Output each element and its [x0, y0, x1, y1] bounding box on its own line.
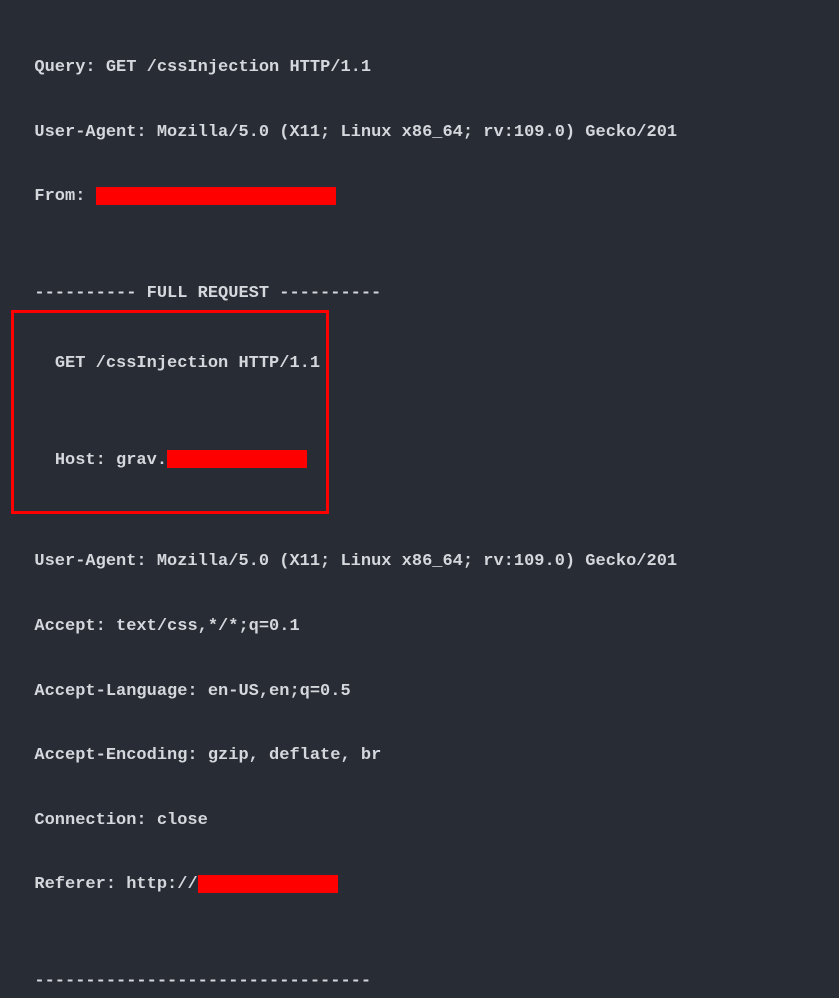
accept-language-value: en-US,en;q=0.5: [208, 682, 351, 701]
accept-encoding-value: gzip, deflate, br: [208, 746, 381, 765]
accept-value: text/css,*/*;q=0.1: [116, 617, 300, 636]
accept-encoding-line: Accept-Encoding: gzip, deflate, br: [14, 708, 825, 773]
connection-label: Connection:: [34, 811, 156, 830]
useragent-value: Mozilla/5.0 (X11; Linux x86_64; rv:109.0…: [157, 123, 677, 142]
full-request-divider: ---------- FULL REQUEST ----------: [14, 246, 825, 311]
highlighted-request-box: GET /cssInjection HTTP/1.1 Host: grav.: [11, 310, 329, 514]
blank-spacer-bottom: [14, 902, 825, 934]
query-line: Query: GET /cssInjection HTTP/1.1: [14, 20, 825, 85]
referer-line: Referer: http://: [14, 837, 825, 902]
accept-language-line: Accept-Language: en-US,en;q=0.5: [14, 643, 825, 708]
connection-value: close: [157, 811, 208, 830]
request-line-text: GET /cssInjection HTTP/1.1: [55, 354, 320, 373]
useragent-request-line: User-Agent: Mozilla/5.0 (X11; Linux x86_…: [14, 514, 825, 579]
divider-text: ---------- FULL REQUEST ----------: [34, 284, 381, 303]
useragent-summary-line: User-Agent: Mozilla/5.0 (X11; Linux x86_…: [14, 85, 825, 150]
host-redacted: [167, 450, 307, 468]
host-line: Host: grav.: [14, 412, 320, 509]
blank-spacer: [14, 214, 825, 246]
bottom-divider-text: ---------------------------------: [34, 972, 371, 991]
from-redacted: [96, 187, 336, 205]
host-prefix: grav.: [116, 451, 167, 470]
request-line: GET /cssInjection HTTP/1.1: [14, 315, 320, 412]
bottom-divider: ---------------------------------: [14, 934, 825, 998]
host-label: Host:: [55, 451, 116, 470]
from-line: From:: [14, 149, 825, 214]
accept-language-label: Accept-Language:: [34, 682, 207, 701]
accept-line: Accept: text/css,*/*;q=0.1: [14, 579, 825, 644]
accept-encoding-label: Accept-Encoding:: [34, 746, 207, 765]
connection-line: Connection: close: [14, 773, 825, 838]
referer-label: Referer:: [34, 875, 126, 894]
referer-redacted: [198, 875, 338, 893]
query-value: GET /cssInjection HTTP/1.1: [106, 58, 371, 77]
useragent-label: User-Agent:: [34, 123, 156, 142]
useragent-label-req: User-Agent:: [34, 552, 156, 571]
referer-prefix: http://: [126, 875, 197, 894]
useragent-value-req: Mozilla/5.0 (X11; Linux x86_64; rv:109.0…: [157, 552, 677, 571]
accept-label: Accept:: [34, 617, 116, 636]
query-label: Query:: [34, 58, 105, 77]
from-label: From:: [34, 187, 95, 206]
